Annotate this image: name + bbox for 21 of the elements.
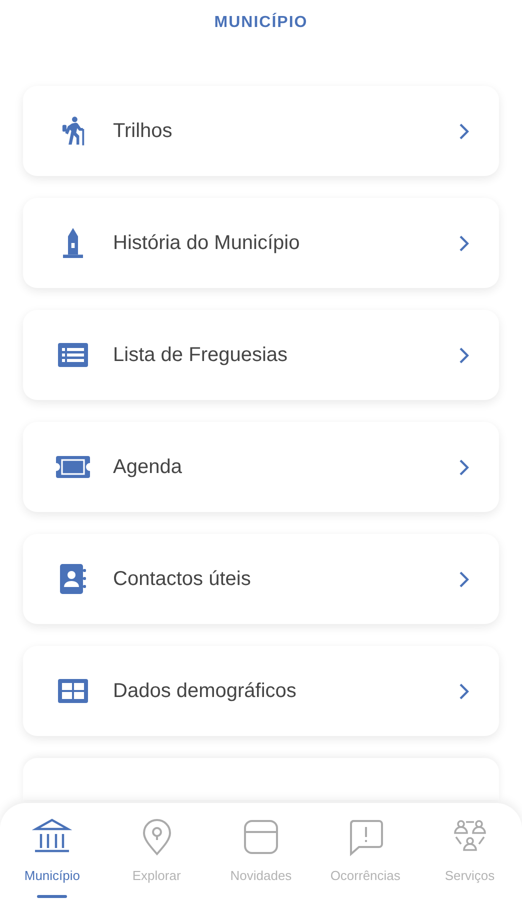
contact-book-icon: [60, 564, 86, 594]
menu-card[interactable]: Lista de Freguesias: [23, 310, 499, 400]
grid-icon: [58, 679, 88, 703]
menu-card[interactable]: Trilhos: [23, 86, 499, 176]
chevron-right-icon: [459, 458, 469, 476]
ticket-icon: [56, 456, 90, 478]
active-tab-indicator: [37, 895, 68, 898]
list-icon: [58, 343, 88, 367]
monument-icon: [63, 228, 83, 258]
menu-card[interactable]: Contactos úteis: [23, 534, 499, 624]
chevron-right-icon: [459, 346, 469, 364]
menu-card[interactable]: História do Município: [23, 198, 499, 288]
menu-card[interactable]: Dados demográficos: [23, 646, 499, 736]
chevron-right-icon: [459, 234, 469, 252]
menu-card[interactable]: Agenda: [23, 422, 499, 512]
chevron-right-icon: [459, 682, 469, 700]
chevron-right-icon: [459, 570, 469, 588]
screen-title: MUNICÍPIO: [214, 14, 308, 32]
tab-item[interactable]: Município: [2, 803, 102, 900]
chevron-right-icon: [459, 122, 469, 140]
walker-icon: [61, 116, 85, 146]
